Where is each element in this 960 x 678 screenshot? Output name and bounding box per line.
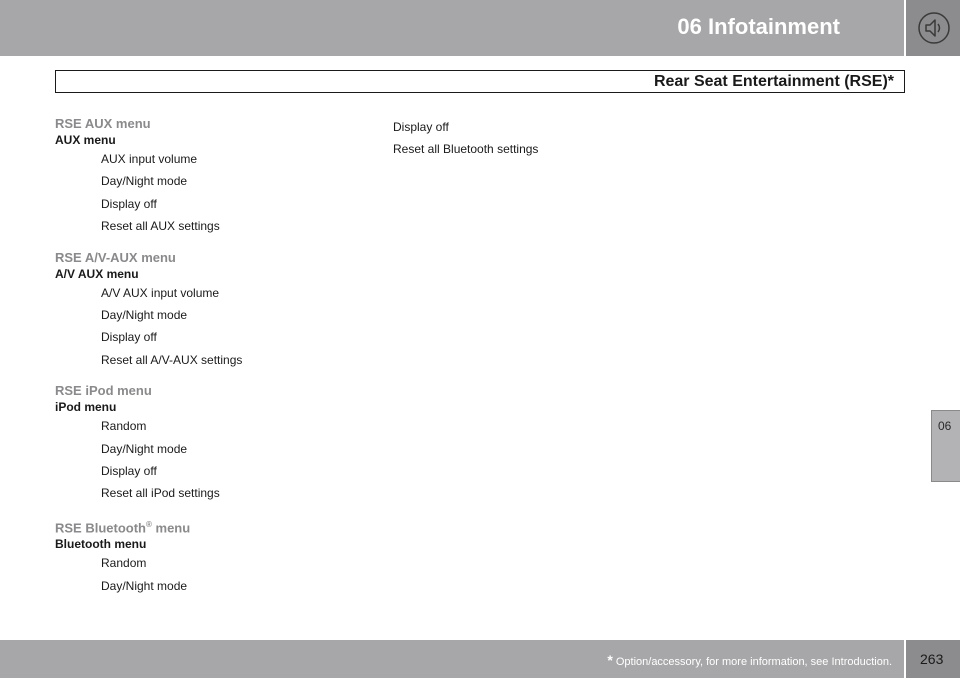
chapter-tab-label: 06: [938, 419, 952, 433]
menu-heading: RSE AUX menu: [55, 116, 151, 131]
menu-group-ipod: RSE iPod menu iPod menu Random Day/Night…: [55, 383, 355, 505]
chapter-tab[interactable]: 06: [931, 410, 960, 482]
menu-item: A/V AUX input volume: [101, 285, 220, 300]
menu-subheading: A/V AUX menu: [55, 266, 139, 281]
menu-item: AUX input volume: [101, 152, 198, 166]
menu-item: Random: [101, 419, 147, 434]
menu-heading-tail: menu: [151, 520, 191, 536]
menu-subheading: AUX menu: [55, 133, 116, 147]
menu-item: Reset all A/V-AUX settings: [101, 352, 243, 367]
menu-subheading: Bluetooth menu: [55, 537, 147, 552]
menu-heading: RSE iPod menu: [55, 383, 152, 399]
menu-item-list: Display off Reset all Bluetooth settings: [393, 116, 693, 161]
footnote-text: Option/accessory, for more information, …: [612, 656, 892, 668]
menu-item: Reset all Bluetooth settings: [393, 142, 539, 157]
menu-heading: RSE Bluetooth® menu: [55, 517, 355, 536]
left-column: RSE AUX menu AUX menu AUX input volume D…: [55, 116, 355, 609]
menu-item: Display off: [101, 464, 157, 479]
menu-heading: RSE A/V-AUX menu: [55, 249, 176, 265]
page-number: 263: [920, 651, 944, 667]
menu-item-list: A/V AUX input volume Day/Night mode Disp…: [55, 282, 355, 372]
chapter-icon-box: [904, 0, 960, 56]
menu-item: Day/Night mode: [101, 308, 188, 323]
menu-item-list: Random Day/Night mode: [55, 552, 355, 597]
menu-item-list: Random Day/Night mode Display off Reset …: [55, 415, 355, 505]
menu-subheading: iPod menu: [55, 400, 117, 415]
menu-group-bluetooth: RSE Bluetooth® menu Bluetooth menu Rando…: [55, 517, 355, 597]
menu-item: Reset all iPod settings: [101, 486, 220, 501]
menu-group-av-aux: RSE A/V-AUX menu A/V AUX menu A/V AUX in…: [55, 250, 355, 372]
menu-item: Display off: [393, 120, 449, 134]
section-header: Rear Seat Entertainment (RSE)*: [55, 70, 905, 93]
speaker-icon: [918, 12, 950, 44]
menu-item: Random: [101, 556, 147, 571]
menu-item: Display off: [101, 330, 157, 345]
menu-item: Day/Night mode: [101, 578, 188, 593]
chapter-title: 06 Infotainment: [677, 14, 840, 39]
menu-item: Day/Night mode: [101, 174, 188, 189]
menu-heading-text: RSE Bluetooth: [55, 520, 146, 536]
footer-bar: * Option/accessory, for more information…: [0, 640, 904, 678]
menu-item-list: AUX input volume Day/Night mode Display …: [55, 148, 355, 238]
header-bar: 06 Infotainment: [0, 0, 904, 56]
footnote: * Option/accessory, for more information…: [607, 652, 892, 668]
section-title: Rear Seat Entertainment (RSE)*: [653, 73, 894, 90]
right-column: Display off Reset all Bluetooth settings: [393, 116, 693, 161]
menu-group-aux: RSE AUX menu AUX menu AUX input volume D…: [55, 116, 355, 238]
page-number-box: 263: [904, 640, 960, 678]
menu-item: Display off: [101, 196, 157, 211]
menu-item: Reset all AUX settings: [101, 219, 220, 234]
menu-item: Day/Night mode: [101, 441, 188, 456]
